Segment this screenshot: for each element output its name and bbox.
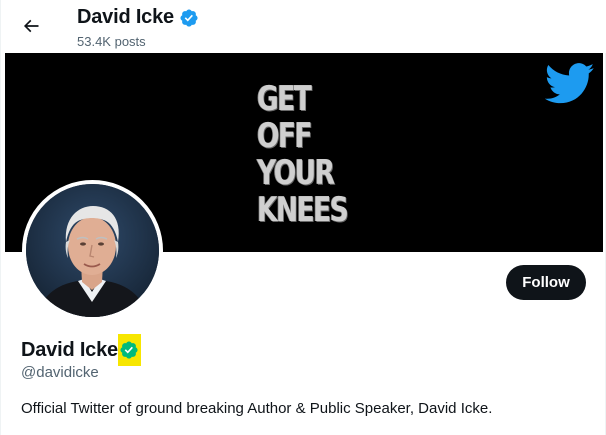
verified-badge-icon <box>120 341 138 359</box>
header-title: David Icke <box>77 6 199 29</box>
avatar-photo <box>26 184 159 317</box>
banner-slogan: GET OFF YOUR KNEES <box>257 79 349 230</box>
follow-button[interactable]: Follow <box>506 265 586 300</box>
profile-name-row: David Icke <box>21 334 141 366</box>
banner-line: YOUR <box>257 153 335 193</box>
banner-line: OFF <box>257 116 313 156</box>
profile-header: David Icke 53.4K posts <box>1 0 606 53</box>
banner-line: KNEES <box>257 190 349 230</box>
header-posts-count: 53.4K posts <box>77 34 146 49</box>
profile-name: David Icke <box>21 338 118 361</box>
profile-avatar[interactable] <box>22 180 163 321</box>
verified-badge-icon <box>180 8 198 27</box>
twitter-bird-icon <box>545 63 595 104</box>
header-name: David Icke <box>77 6 174 28</box>
back-button[interactable] <box>14 9 48 43</box>
profile-bio: Official Twitter of ground breaking Auth… <box>21 400 493 417</box>
verified-badge-highlight[interactable] <box>117 334 141 366</box>
profile-handle: @davidicke <box>21 364 99 381</box>
arrow-left-icon <box>23 19 39 33</box>
banner-line: GET <box>257 79 312 119</box>
profile-page: David Icke 53.4K posts GET OFF YOUR KNEE… <box>0 0 606 435</box>
